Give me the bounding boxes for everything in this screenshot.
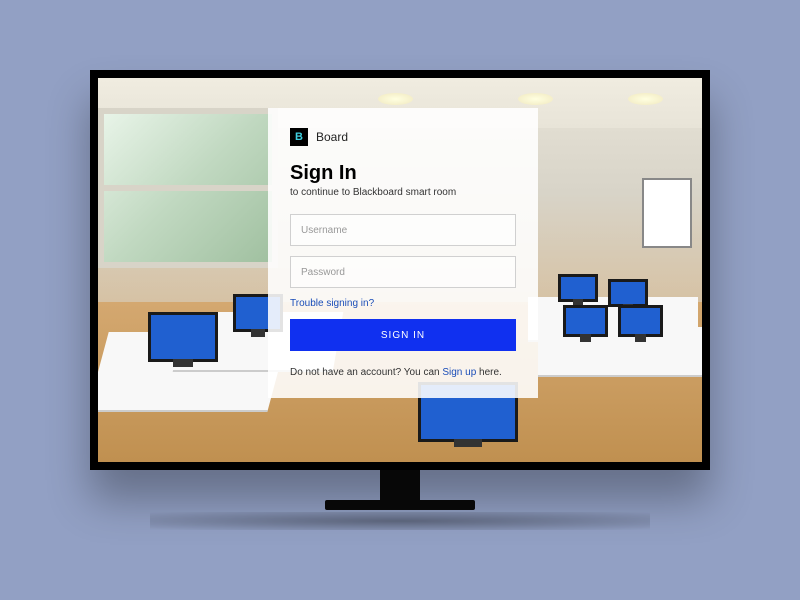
signup-text: Do not have an account? You can Sign up … xyxy=(290,367,516,378)
brand-icon: B xyxy=(290,128,308,146)
computer-monitor xyxy=(563,305,608,337)
computer-monitor xyxy=(558,274,598,302)
monitor-shadow xyxy=(150,512,650,530)
page-title: Sign In xyxy=(290,162,516,185)
monitor-stand-base xyxy=(325,500,475,510)
monitor-screen: B Board Sign In to continue to Blackboar… xyxy=(90,70,710,470)
brand: B Board xyxy=(290,128,516,146)
screen-content: B Board Sign In to continue to Blackboar… xyxy=(98,78,702,462)
ceiling-lamp xyxy=(518,93,553,105)
trouble-signing-in-link[interactable]: Trouble signing in? xyxy=(290,298,516,309)
sign-up-link[interactable]: Sign up xyxy=(442,367,476,378)
computer-monitor xyxy=(618,305,663,337)
monitor-frame: B Board Sign In to continue to Blackboar… xyxy=(90,70,710,530)
computer-monitor xyxy=(608,279,648,307)
username-field[interactable] xyxy=(290,214,516,246)
ceiling-lamp xyxy=(378,93,413,105)
page-subtitle: to continue to Blackboard smart room xyxy=(290,187,516,198)
monitor-stand-neck xyxy=(380,470,420,500)
brand-name: Board xyxy=(316,130,348,144)
window xyxy=(98,108,278,268)
signup-prefix: Do not have an account? You can xyxy=(290,367,442,378)
computer-monitor xyxy=(148,312,218,362)
password-field[interactable] xyxy=(290,256,516,288)
signup-suffix: here. xyxy=(476,367,502,378)
sign-in-button[interactable]: SIGN IN xyxy=(290,319,516,351)
ceiling-lamp xyxy=(628,93,663,105)
whiteboard xyxy=(642,178,692,248)
login-card: B Board Sign In to continue to Blackboar… xyxy=(268,108,538,398)
